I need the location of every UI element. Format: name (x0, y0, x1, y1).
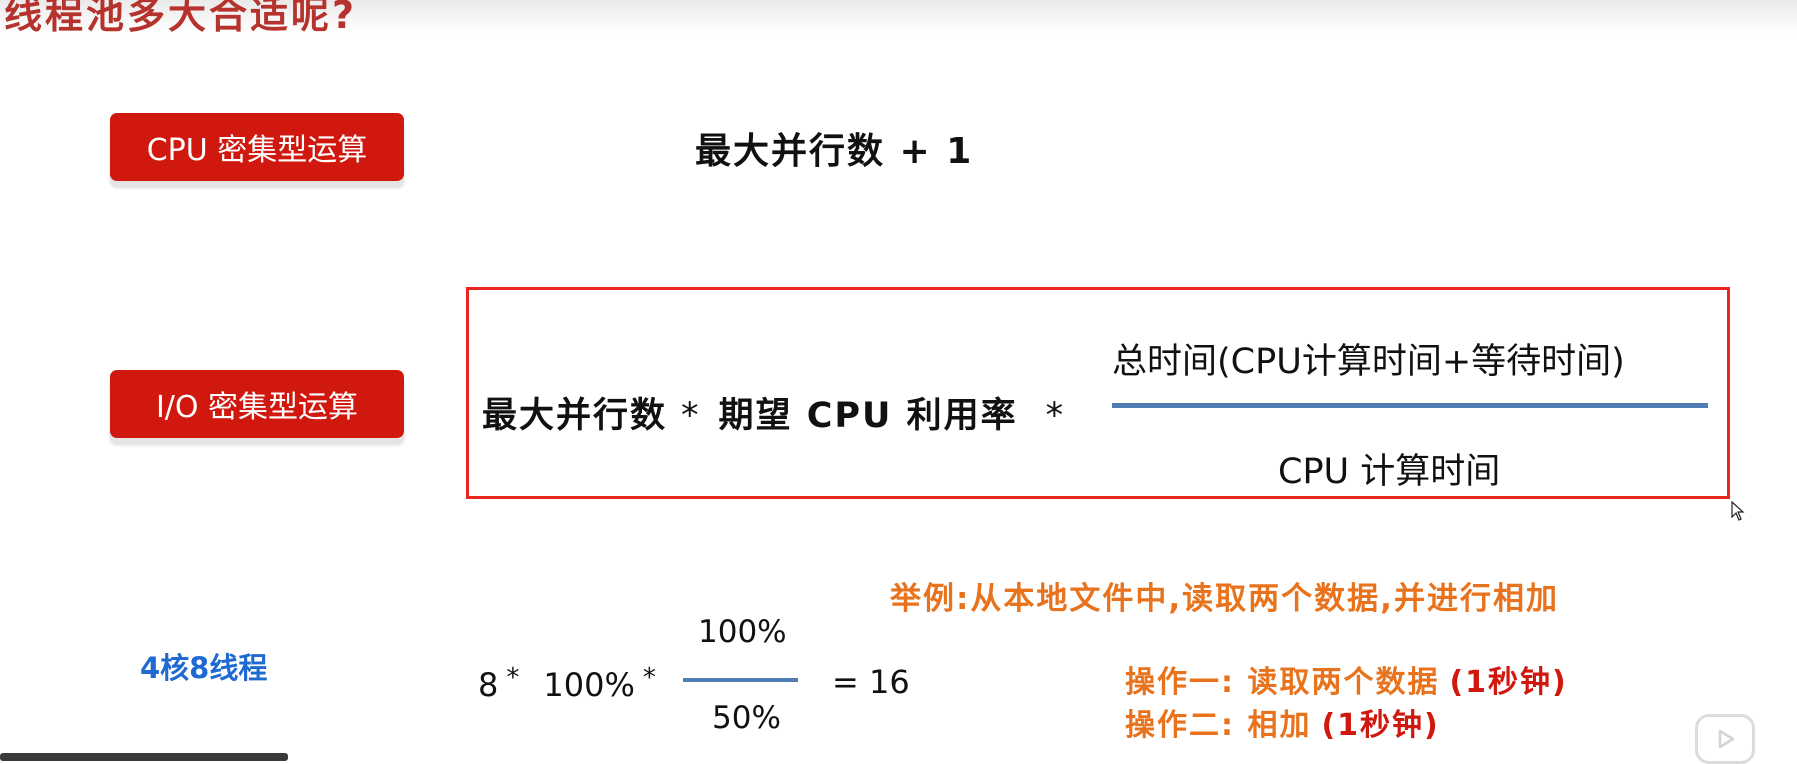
calc-parallel-value: 8 (478, 666, 499, 704)
multiply-sign: * (642, 663, 656, 693)
example-title: 举例:从本地文件中,读取两个数据,并进行相加 (890, 581, 1559, 617)
calc-fraction-line (683, 678, 798, 682)
io-intensive-label: I/O 密集型运算 (110, 370, 404, 438)
fraction-line (1112, 403, 1708, 408)
operation-two-text: 操作二: 相加 (1125, 708, 1312, 743)
cpu-intensive-label: CPU 密集型运算 (110, 113, 404, 181)
fraction-numerator: 总时间(CPU计算时间+等待时间) (1112, 342, 1625, 382)
cpu-formula: 最大并行数 + 1 (695, 131, 974, 172)
calc-fraction-denominator: 50% (712, 700, 781, 736)
calc-result: = 16 (832, 663, 910, 701)
calc-utilization-value: 100% (543, 666, 635, 704)
operation-two: 操作二: 相加 (1秒钟) (1125, 700, 1440, 744)
multiply-sign: * (1045, 396, 1066, 436)
slide-title: 线程池多大合适呢? (4, 0, 358, 37)
operation-one: 操作一: 读取两个数据 (1秒钟) (1125, 657, 1568, 701)
play-icon[interactable] (1695, 714, 1755, 764)
video-progress-bar[interactable] (0, 753, 288, 761)
calc-fraction-numerator: 100% (698, 614, 787, 650)
operation-one-duration: (1秒钟) (1449, 665, 1568, 700)
multiply-sign: * (506, 663, 520, 693)
operation-two-duration: (1秒钟) (1321, 708, 1440, 743)
operation-one-text: 操作一: 读取两个数据 (1125, 665, 1440, 700)
cursor-icon (1731, 500, 1745, 521)
fraction-denominator: CPU 计算时间 (1278, 452, 1501, 492)
example-calculation: 8 * 100% * (478, 663, 680, 704)
cores-label: 4核8线程 (140, 651, 268, 685)
io-formula-left: 最大并行数 * 期望 CPU 利用率 * (482, 387, 1065, 438)
expected-cpu-utilization-text: 期望 CPU 利用率 (718, 396, 1018, 436)
multiply-sign: * (681, 396, 701, 436)
max-parallel-text: 最大并行数 (482, 396, 668, 436)
